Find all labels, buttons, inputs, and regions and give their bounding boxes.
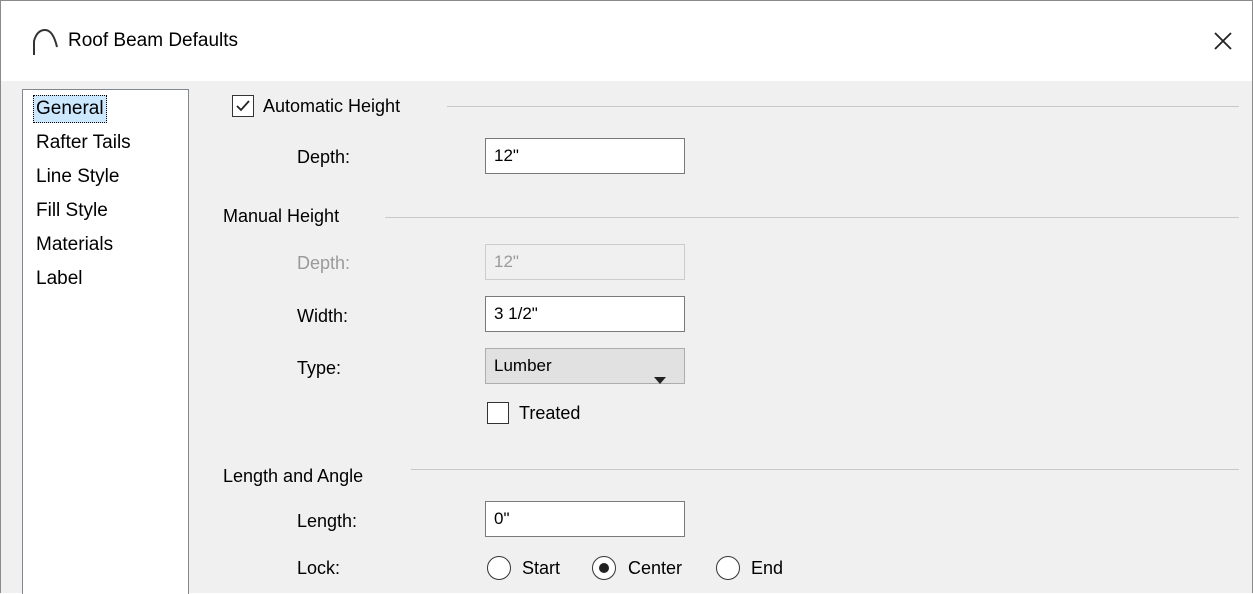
treated-checkbox[interactable]	[487, 402, 509, 424]
type-label: Type:	[297, 358, 342, 378]
treated-label: Treated	[519, 403, 581, 423]
lock-start-label: Start	[522, 558, 561, 578]
length-field[interactable]: 0"	[485, 501, 685, 537]
sidebar-item-line-style[interactable]: Line Style	[33, 163, 122, 191]
length-angle-divider	[411, 469, 1239, 470]
sidebar-item-general[interactable]: General	[33, 95, 107, 123]
sidebar-item-materials[interactable]: Materials	[33, 231, 116, 259]
manual-height-divider	[385, 217, 1239, 218]
lock-start-radio[interactable]	[487, 556, 511, 580]
auto-depth-field[interactable]: 12"	[485, 138, 685, 174]
lock-center-radio[interactable]	[592, 556, 616, 580]
lock-center-label: Center	[628, 558, 683, 578]
sidebar-item-label[interactable]: Label	[33, 265, 86, 293]
type-dropdown[interactable]: Lumber	[485, 348, 685, 384]
automatic-height-checkbox[interactable]	[232, 95, 254, 117]
chevron-down-icon	[654, 363, 666, 397]
radio-selected-dot	[599, 563, 609, 573]
title-bar: Roof Beam Defaults	[1, 1, 1252, 81]
automatic-height-label: Automatic Height	[263, 96, 401, 116]
lock-end-radio[interactable]	[716, 556, 740, 580]
checkmark-icon	[236, 100, 250, 112]
category-list: General Rafter Tails Line Style Fill Sty…	[22, 89, 189, 594]
automatic-height-divider	[447, 106, 1239, 107]
auto-depth-label: Depth:	[297, 147, 351, 167]
manual-height-section-label: Manual Height	[223, 206, 340, 226]
lock-end-label: End	[751, 558, 784, 578]
window-title: Roof Beam Defaults	[68, 30, 239, 51]
manual-depth-label: Depth:	[297, 253, 351, 273]
length-label: Length:	[297, 511, 358, 531]
roof-beam-arc-icon	[31, 27, 61, 57]
length-angle-section-label: Length and Angle	[223, 466, 364, 486]
sidebar-item-rafter-tails[interactable]: Rafter Tails	[33, 129, 134, 157]
manual-depth-field: 12"	[485, 244, 685, 280]
type-value: Lumber	[494, 356, 552, 375]
roof-beam-defaults-dialog: Roof Beam Defaults General Rafter Tails …	[0, 0, 1253, 594]
width-field[interactable]: 3 1/2"	[485, 296, 685, 332]
close-button[interactable]	[1201, 21, 1245, 61]
sidebar-item-fill-style[interactable]: Fill Style	[33, 197, 111, 225]
lock-label: Lock:	[297, 558, 341, 578]
width-label: Width:	[297, 306, 349, 326]
